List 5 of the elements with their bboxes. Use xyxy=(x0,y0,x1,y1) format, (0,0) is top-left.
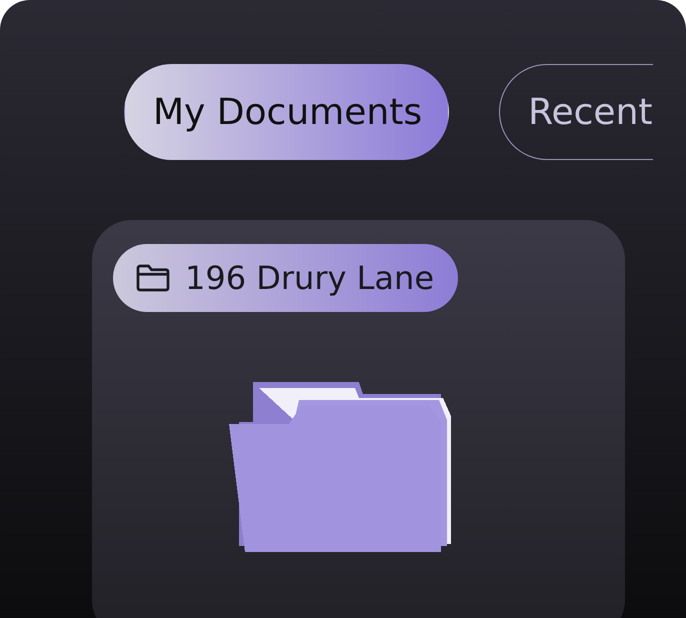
folder-icon xyxy=(135,263,171,293)
tab[interactable]: Recent xyxy=(499,64,652,160)
folder-chip[interactable]: 196 Drury Lane xyxy=(113,244,458,312)
tab[interactable]: My Documents xyxy=(124,64,450,160)
folder-name: 196 Drury Lane xyxy=(185,259,434,297)
